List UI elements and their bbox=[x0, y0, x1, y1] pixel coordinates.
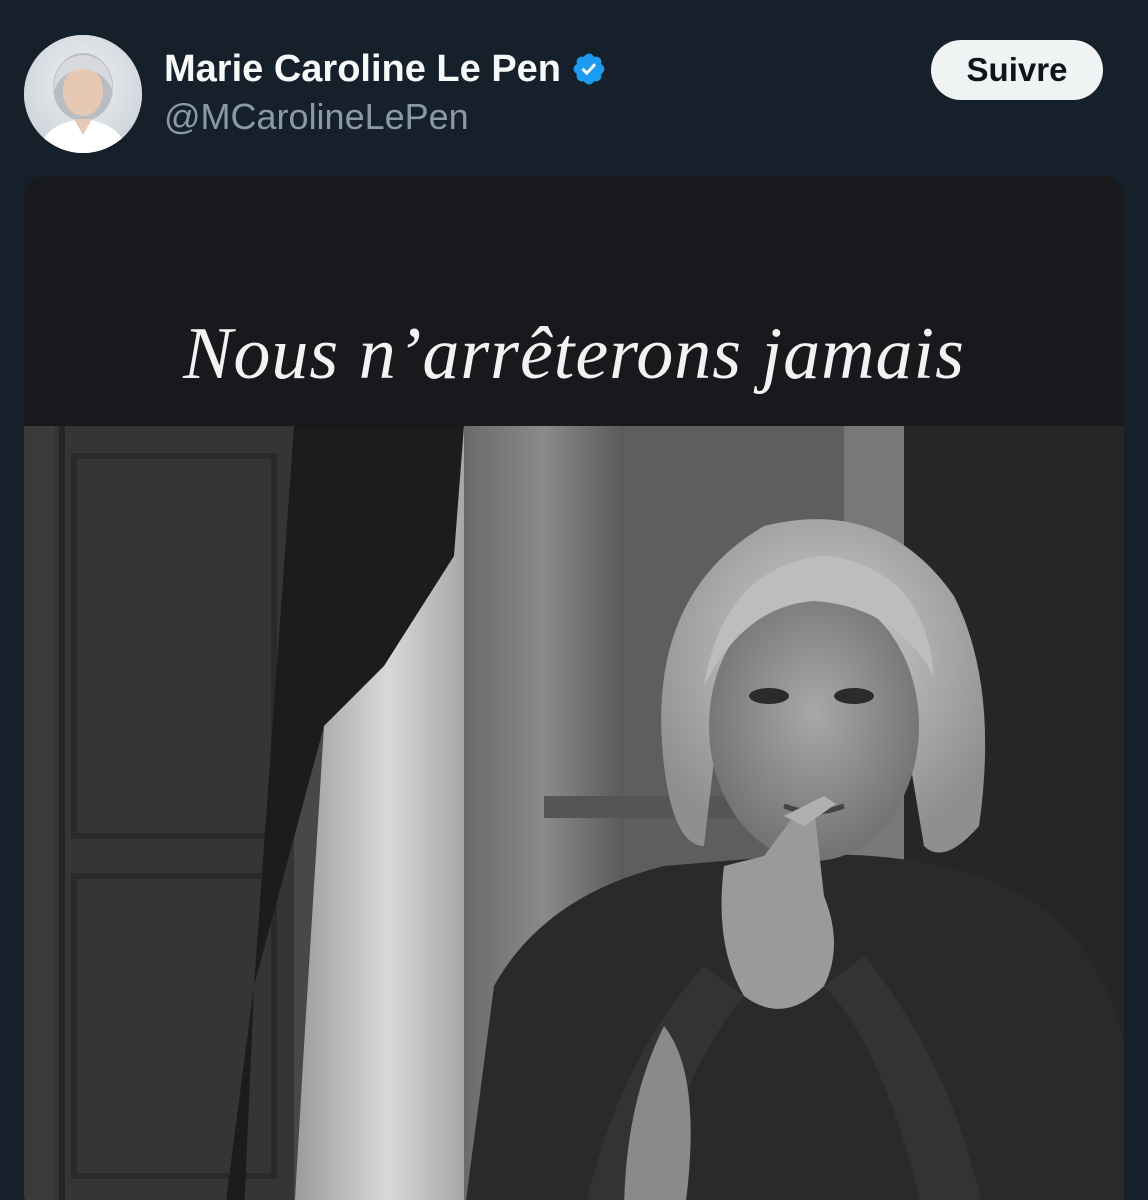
post-media[interactable]: Nous n’arrêterons jamais bbox=[24, 176, 1124, 1200]
media-title-band: Nous n’arrêterons jamais bbox=[24, 176, 1124, 426]
avatar-photo-icon bbox=[24, 35, 142, 153]
author-name-text: Marie Caroline Le Pen bbox=[164, 48, 562, 90]
author-handle[interactable]: @MCarolineLePen bbox=[164, 93, 469, 141]
verified-badge-icon[interactable] bbox=[571, 51, 607, 87]
author-name[interactable]: Marie Caroline Le Pen bbox=[164, 44, 607, 94]
tweet-card: Marie Caroline Le Pen @MCarolineLePen Su… bbox=[0, 0, 1148, 1200]
media-headline: Nous n’arrêterons jamais bbox=[183, 313, 965, 395]
follow-button[interactable]: Suivre bbox=[931, 40, 1103, 100]
author-avatar[interactable] bbox=[24, 35, 142, 153]
portrait-photo-icon bbox=[24, 426, 1124, 1200]
